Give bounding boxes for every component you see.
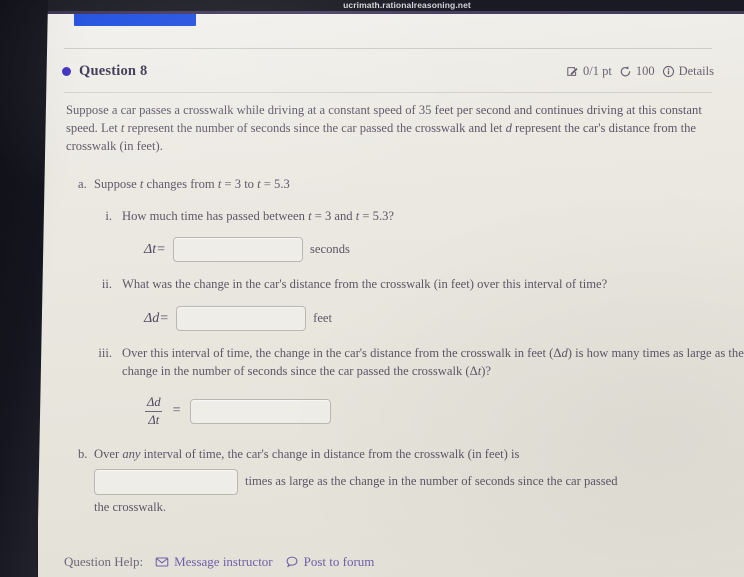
fraction-numerator: Δd — [147, 395, 161, 409]
fraction-equals-sign: = — [172, 403, 181, 419]
part-a: a. Suppose t changes from t = 3 to t = 5… — [38, 176, 744, 428]
delta-t-unit: seconds — [310, 241, 350, 256]
delta-d-unit: feet — [313, 310, 332, 325]
details-label[interactable]: Details — [679, 65, 714, 78]
screen-photo: Question 8 0/1 pt 100 Details Suppose a … — [0, 0, 744, 577]
message-instructor-link[interactable]: Message instructor — [155, 554, 273, 570]
part-b-marker: b. — [78, 446, 88, 461]
question-title-group: Question 8 — [62, 63, 147, 80]
sub-ii-marker: ii. — [101, 277, 112, 292]
browser-chrome-edge — [40, 11, 744, 14]
top-blue-banner — [74, 13, 196, 26]
post-to-forum-label[interactable]: Post to forum — [304, 554, 375, 570]
sub-iii-answer-row: Δd Δt = — [122, 395, 744, 428]
sub-ii-answer-row: Δd= feet — [122, 306, 744, 332]
sub-i-body: How much time has passed between t = 3 a… — [116, 208, 744, 263]
points-value: 0/1 pt — [583, 64, 612, 79]
page-title: Question 8 — [79, 63, 148, 79]
retry-arrow-icon — [619, 65, 632, 78]
info-circle-icon — [662, 65, 675, 78]
browser-url-text: ucrimath.rationalreasoning.net — [343, 0, 471, 10]
part-b-answer-row: times as large as the change in the numb… — [94, 469, 744, 496]
points-group: 0/1 pt — [566, 65, 612, 78]
checkbox-pencil-icon — [566, 65, 579, 78]
sub-iii-marker: iii. — [98, 346, 112, 361]
question-help-footer: Question Help: Message instructor Post t… — [38, 554, 744, 570]
sub-i-text: How much time has passed between t = 3 a… — [122, 208, 394, 223]
delta-t-input[interactable] — [173, 237, 304, 263]
delta-d-over-delta-t-fraction: Δd Δt — [144, 395, 164, 428]
part-b-body: Over any interval of time, the car's cha… — [78, 446, 744, 518]
header-divider-bottom — [64, 92, 712, 93]
speech-bubble-icon — [285, 555, 299, 569]
sub-ii-text: What was the change in the car's distanc… — [122, 277, 608, 292]
question-help-label: Question Help: — [64, 554, 144, 569]
post-to-forum-link[interactable]: Post to forum — [285, 554, 375, 570]
fraction-denominator: Δt — [145, 410, 163, 428]
sub-iii-text: Over this interval of time, the change i… — [122, 346, 744, 379]
sub-i-answer-row: Δt= seconds — [122, 237, 744, 263]
attempts-group: 100 — [619, 65, 655, 78]
sub-i-marker: i. — [105, 208, 112, 223]
part-b-input[interactable] — [94, 469, 238, 496]
message-instructor-label[interactable]: Message instructor — [174, 554, 273, 570]
details-group[interactable]: Details — [662, 65, 714, 78]
rate-of-change-input[interactable] — [189, 398, 331, 424]
delta-d-label: Δd= — [144, 310, 169, 326]
sub-iii-body: Over this interval of time, the change i… — [116, 345, 744, 427]
sub-ii-body: What was the change in the car's distanc… — [116, 276, 744, 332]
assignment-page: Question 8 0/1 pt 100 Details Suppose a … — [38, 12, 744, 577]
question-header: Question 8 0/1 pt 100 Details — [38, 52, 744, 94]
question-content: Suppose a car passes a crosswalk while d… — [38, 102, 744, 517]
part-b-text-after: times as large as the change in the numb… — [245, 474, 618, 489]
part-a-sub-ii: ii. What was the change in the car's dis… — [94, 276, 744, 332]
part-a-marker: a. — [78, 176, 87, 191]
envelope-icon — [155, 555, 169, 569]
part-a-sub-iii: iii. Over this interval of time, the cha… — [94, 345, 744, 427]
part-b: b. Over any interval of time, the car's … — [38, 446, 744, 518]
part-a-sub-i: i. How much time has passed between t = … — [94, 208, 744, 263]
delta-d-input[interactable] — [176, 306, 307, 332]
part-a-text: Suppose t changes from t = 3 to t = 5.3 — [94, 176, 290, 191]
question-meta: 0/1 pt 100 Details — [566, 65, 714, 78]
question-prompt: Suppose a car passes a crosswalk while d… — [66, 103, 702, 153]
delta-t-label: Δt= — [144, 241, 166, 257]
part-b-text-before: Over any interval of time, the car's cha… — [94, 446, 520, 461]
part-b-text-end: the crosswalk. — [94, 500, 167, 515]
attempts-value: 100 — [635, 64, 655, 79]
header-divider-top — [64, 48, 712, 49]
part-a-body: Suppose t changes from t = 3 to t = 5.3 … — [78, 176, 744, 428]
question-status-dot-icon — [62, 67, 71, 76]
